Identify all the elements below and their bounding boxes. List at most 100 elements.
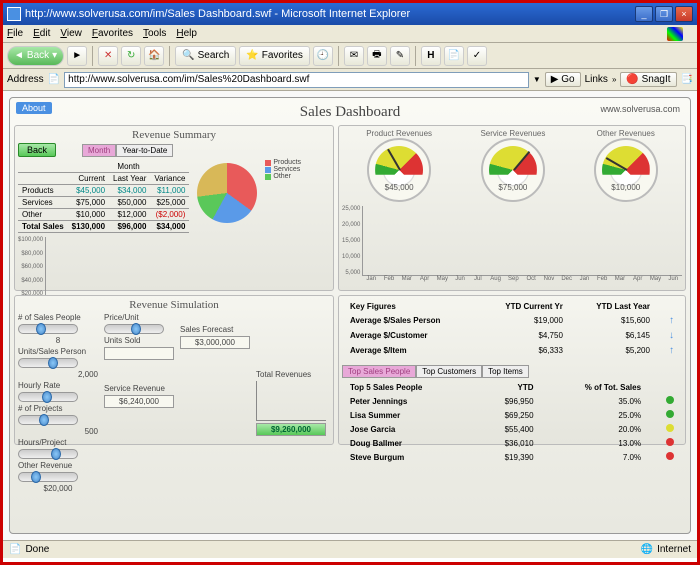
revenue-table: Month CurrentLast YearVariance Products$… <box>18 161 189 233</box>
pie-legend: Products Services Other <box>265 159 301 233</box>
panel-title: Revenue Summary <box>18 129 330 141</box>
print-button[interactable]: 🖶 <box>367 46 387 66</box>
label: Price/Unit <box>104 313 174 322</box>
dashboard-title: Sales Dashboard <box>14 104 686 121</box>
tool-check-button[interactable]: ✓ <box>467 46 487 66</box>
tool-h-button[interactable]: H <box>421 46 441 66</box>
label: Other Revenue <box>18 461 98 470</box>
status-dot-icon <box>666 396 674 404</box>
forward-button[interactable]: ► <box>67 46 87 66</box>
slider-units-person[interactable] <box>18 358 78 368</box>
label: Hours/Project <box>18 438 98 447</box>
statusbar: 📄 Done 🌐 Internet <box>3 540 697 558</box>
tab-top-customers[interactable]: Top Customers <box>416 365 482 378</box>
menu-edit[interactable]: Edit <box>33 28 50 39</box>
address-label: Address <box>7 74 44 85</box>
status-dot-icon <box>666 410 674 418</box>
table-row: Doug Ballmer$36,01013.0% <box>344 437 680 449</box>
label: Units Sold <box>104 336 174 345</box>
tab-top-items[interactable]: Top Items <box>482 365 529 378</box>
windows-flag-icon <box>667 27 683 41</box>
menu-file[interactable]: File <box>7 28 23 39</box>
slider-other-rev[interactable] <box>18 472 78 482</box>
table-row: Lisa Summer$69,25025.0% <box>344 409 680 421</box>
slider-sales-people[interactable] <box>18 324 78 334</box>
table-row: Average $/Item$6,333$5,200↑ <box>344 344 680 357</box>
gauge-product: $45,000 <box>367 138 431 202</box>
label: # of Sales People <box>18 313 98 322</box>
menu-view[interactable]: View <box>60 28 82 39</box>
gauge-service: $75,000 <box>481 138 545 202</box>
links-label[interactable]: Links <box>585 74 608 85</box>
table-row: Services$75,000$50,000$25,000 <box>18 197 189 209</box>
gauges-panel: Product Revenues $45,000 Service Revenue… <box>338 125 686 291</box>
gauge-title: Product Revenues <box>366 129 432 138</box>
edit-button[interactable]: ✎ <box>390 46 410 66</box>
table-row: Peter Jennings$96,95035.0% <box>344 395 680 407</box>
back-button-dash[interactable]: Back <box>18 143 56 157</box>
table-row: Average $/Sales Person$19,000$15,600↑ <box>344 314 680 327</box>
ie-icon <box>7 7 21 21</box>
label: # of Projects <box>18 404 98 413</box>
arrow-up-icon: ↑ <box>658 344 680 357</box>
titlebar: http://www.solverusa.com/im/Sales Dashbo… <box>3 3 697 25</box>
menu-favorites[interactable]: Favorites <box>92 28 133 39</box>
back-button[interactable]: ◄ Back ▾ <box>7 46 64 66</box>
search-button[interactable]: 🔍 Search <box>175 46 236 66</box>
tab-ytd[interactable]: Year-to-Date <box>116 144 173 157</box>
address-input[interactable] <box>64 72 529 88</box>
key-figures-panel: Key FiguresYTD Current YrYTD Last Year A… <box>338 295 686 445</box>
label: Hourly Rate <box>18 381 98 390</box>
revenue-summary-panel: Revenue Summary Back Month Year-to-Date … <box>14 125 334 291</box>
snagit-button[interactable]: 🔴 SnagIt <box>620 72 676 87</box>
dashboard: About Sales Dashboard www.solverusa.com … <box>9 97 691 534</box>
nav-toolbar: ◄ Back ▾ ► ✕ ↻ 🏠 🔍 Search ⭐ Favorites 🕘 … <box>3 43 697 69</box>
address-dropdown[interactable]: ▼ <box>533 75 541 84</box>
gauge-title: Other Revenues <box>594 129 658 138</box>
window-title: http://www.solverusa.com/im/Sales Dashbo… <box>25 8 635 20</box>
slider-hourly-rate[interactable] <box>18 392 78 402</box>
total-rev-box: $9,260,000 <box>256 423 326 436</box>
menu-tools[interactable]: Tools <box>143 28 166 39</box>
status-done: Done <box>25 544 49 555</box>
revenue-pie-chart <box>197 163 257 223</box>
service-rev-box: $6,240,000 <box>104 395 174 408</box>
label: Sales Forecast <box>180 325 250 334</box>
monthly-bar-chart <box>362 206 682 276</box>
status-zone: Internet <box>657 544 691 555</box>
label: Total Revenues <box>256 370 326 379</box>
history-button[interactable]: 🕘 <box>313 46 333 66</box>
tool-doc-button[interactable]: 📄 <box>444 46 464 66</box>
status-dot-icon <box>666 424 674 432</box>
table-row: Total Sales$130,000$96,000$34,000 <box>18 221 189 233</box>
minimize-button[interactable]: _ <box>635 6 653 22</box>
refresh-button[interactable]: ↻ <box>121 46 141 66</box>
simulation-panel: Revenue Simulation # of Sales People 8 U… <box>14 295 334 445</box>
label: Service Revenue <box>104 384 174 393</box>
mail-button[interactable]: ✉ <box>344 46 364 66</box>
go-button[interactable]: ▶ Go <box>545 72 581 87</box>
about-button[interactable]: About <box>16 102 52 114</box>
table-row: Average $/Customer$4,750$6,145↓ <box>344 329 680 342</box>
arrow-down-icon: ↓ <box>658 329 680 342</box>
status-dot-icon <box>666 452 674 460</box>
globe-icon: 🌐 <box>641 544 653 555</box>
menu-help[interactable]: Help <box>176 28 197 39</box>
close-button[interactable]: × <box>675 6 693 22</box>
favorites-button[interactable]: ⭐ Favorites <box>239 46 310 66</box>
gauge-title: Service Revenues <box>480 129 545 138</box>
tab-month[interactable]: Month <box>82 144 116 157</box>
home-button[interactable]: 🏠 <box>144 46 164 66</box>
slider-hours-project[interactable] <box>18 449 78 459</box>
panel-title: Revenue Simulation <box>18 299 330 311</box>
tab-top-sales[interactable]: Top Sales People <box>342 365 416 378</box>
slider-projects[interactable] <box>18 415 78 425</box>
sales-forecast-box: $3,000,000 <box>180 336 250 349</box>
slider-price-unit[interactable] <box>104 324 164 334</box>
content-area: About Sales Dashboard www.solverusa.com … <box>3 91 697 540</box>
address-bar: Address 📄 ▼ ▶ Go Links » 🔴 SnagIt 📑 <box>3 69 697 91</box>
maximize-button[interactable]: ❐ <box>655 6 673 22</box>
arrow-up-icon: ↑ <box>658 314 680 327</box>
stop-button[interactable]: ✕ <box>98 46 118 66</box>
site-link[interactable]: www.solverusa.com <box>600 104 680 114</box>
